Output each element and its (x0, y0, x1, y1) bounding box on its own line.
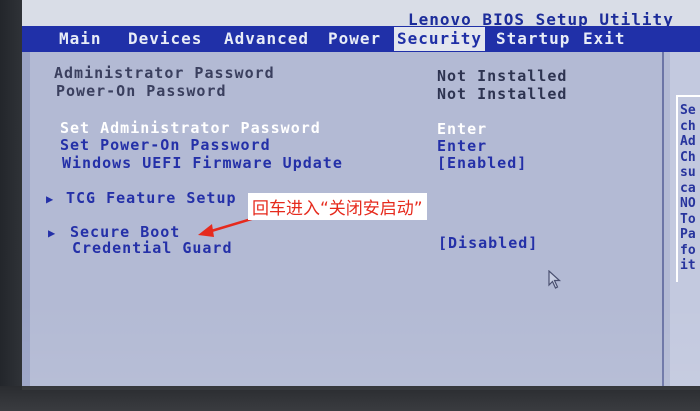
set-poweron-password-item[interactable]: Set Power-On Password (60, 136, 271, 154)
help-line: su (680, 165, 696, 180)
title-bar: Lenovo BIOS Setup Utility (22, 0, 700, 29)
menu-bar: Main Devices Advanced Power Security Sta… (22, 26, 700, 52)
admin-password-label: Administrator Password (54, 64, 275, 82)
poweron-password-value: Not Installed (437, 85, 568, 103)
admin-password-value: Not Installed (437, 67, 568, 85)
help-line: Se (680, 103, 696, 118)
tab-devices[interactable]: Devices (125, 27, 205, 51)
monitor-bezel-left (0, 0, 22, 411)
help-line: NO (680, 196, 696, 211)
submenu-arrow-icon: ▶ (48, 226, 56, 240)
help-line: it (680, 258, 696, 273)
submenu-arrow-icon: ▶ (46, 192, 54, 206)
settings-panel (30, 52, 670, 390)
uefi-firmware-update-item[interactable]: Windows UEFI Firmware Update (62, 154, 343, 172)
annotation-label: 回车进入“关闭安启动” (248, 193, 427, 220)
uefi-firmware-update-value[interactable]: [Enabled] (437, 154, 527, 172)
credential-guard-item[interactable]: Credential Guard (72, 239, 233, 257)
tab-advanced[interactable]: Advanced (221, 27, 312, 51)
tcg-feature-setup-item[interactable]: TCG Feature Setup (66, 189, 237, 207)
set-admin-password-item[interactable]: Set Administrator Password (60, 119, 321, 137)
panel-divider (662, 52, 664, 390)
tab-main[interactable]: Main (56, 27, 105, 51)
credential-guard-value[interactable]: [Disabled] (438, 234, 538, 252)
tab-exit[interactable]: Exit (580, 27, 629, 51)
poweron-password-label: Power-On Password (56, 82, 227, 100)
help-line: Ad (680, 134, 696, 149)
tab-power[interactable]: Power (325, 27, 384, 51)
set-poweron-password-value: Enter (437, 137, 488, 155)
tab-startup[interactable]: Startup (493, 27, 573, 51)
mouse-cursor-icon (548, 270, 562, 289)
monitor-bezel-bottom (0, 386, 700, 411)
help-line: ca (680, 180, 696, 196)
help-line: To (680, 211, 696, 227)
tab-security[interactable]: Security (394, 27, 486, 51)
help-line: Pa (680, 227, 696, 242)
set-admin-password-value: Enter (437, 120, 488, 138)
help-line: fo (680, 242, 696, 258)
help-line: ch (680, 118, 696, 134)
help-line: Ch (680, 149, 696, 165)
help-text: Se ch Ad Ch su ca NO To Pa fo it (680, 103, 700, 274)
